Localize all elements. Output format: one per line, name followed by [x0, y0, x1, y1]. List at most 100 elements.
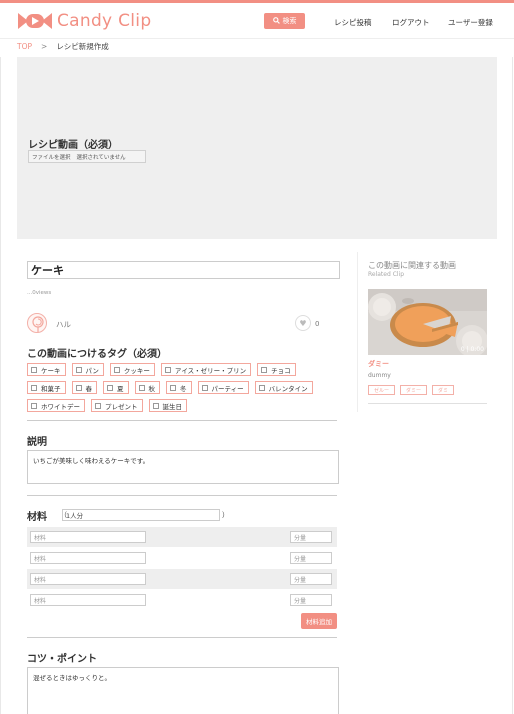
- related-video-name[interactable]: ダミー: [368, 359, 389, 369]
- ingredient-name-input[interactable]: 材料: [30, 573, 146, 585]
- related-tag[interactable]: ダミー: [400, 385, 428, 395]
- file-input[interactable]: ファイルを選択 選択されていません: [28, 150, 146, 163]
- tag-birthday[interactable]: 誕生日: [148, 399, 187, 412]
- breadcrumb: TOP > レシピ新規作成: [17, 41, 109, 52]
- tag-list: ケーキ パン クッキー アイス・ゼリー・プリン チョコ 和菓子 春 夏 秋 冬 …: [27, 363, 339, 412]
- related-divider: [368, 403, 487, 404]
- tag-cookie[interactable]: クッキー: [109, 363, 155, 376]
- author-name[interactable]: ハル: [56, 319, 71, 330]
- related-title: この動画に関連する動画: [368, 261, 456, 270]
- tag-label: バレンタイン: [268, 384, 308, 393]
- section-divider: [27, 637, 337, 638]
- page-border-right: [512, 57, 513, 714]
- checkbox[interactable]: [107, 384, 113, 391]
- page-border-left: [0, 57, 1, 714]
- serving-close-paren: ）: [222, 511, 229, 519]
- tag-wagashi[interactable]: 和菓子: [27, 381, 66, 394]
- section-divider: [27, 495, 337, 496]
- related-video-thumbnail[interactable]: 0 | 0:00: [368, 289, 487, 355]
- brand-logo[interactable]: Candy Clip: [18, 11, 151, 31]
- breadcrumb-top-link[interactable]: TOP: [17, 42, 32, 51]
- description-textarea[interactable]: いちごが美味しく味わえるケーキです。: [27, 450, 339, 484]
- ingredient-name-input[interactable]: 材料: [30, 531, 146, 543]
- ingredient-qty-input[interactable]: 分量: [290, 552, 332, 564]
- search-button-label: 検索: [282, 17, 297, 25]
- tag-present[interactable]: プレゼント: [91, 399, 143, 412]
- description-title: 説明: [27, 437, 47, 448]
- tag-label: ホワイトデー: [41, 402, 80, 411]
- lollipop-icon: [32, 316, 44, 332]
- ingredient-qty-input[interactable]: 分量: [290, 573, 332, 585]
- view-count: ...0views: [27, 290, 52, 296]
- search-button[interactable]: 検索: [264, 13, 305, 29]
- like-count: 0: [315, 320, 320, 328]
- tag-label: 夏: [117, 384, 124, 393]
- avatar[interactable]: [27, 313, 47, 333]
- tag-ice-jelly-pudding[interactable]: アイス・ゼリー・プリン: [160, 363, 252, 376]
- checkbox[interactable]: [95, 402, 101, 409]
- ingredient-qty-input[interactable]: 分量: [290, 594, 332, 606]
- video-section-title: レシピ動画（必須）: [28, 140, 118, 151]
- related-tag[interactable]: ゼルー: [368, 385, 396, 395]
- checkbox[interactable]: [170, 384, 176, 391]
- related-tag[interactable]: ダミ: [432, 385, 455, 395]
- tag-bread[interactable]: パン: [71, 363, 104, 376]
- file-status: 選択されていません: [76, 154, 126, 161]
- tag-label: 冬: [180, 384, 187, 393]
- checkbox[interactable]: [75, 366, 82, 373]
- checkbox[interactable]: [261, 366, 268, 373]
- related-subtitle: Related Clip: [368, 271, 405, 278]
- checkbox[interactable]: [138, 384, 145, 391]
- tag-summer[interactable]: 夏: [103, 381, 129, 394]
- serving-input[interactable]: 1人分: [62, 509, 220, 521]
- ingredient-name-input[interactable]: 材料: [30, 594, 146, 606]
- tag-label: クッキー: [123, 366, 150, 375]
- file-select-button[interactable]: ファイルを選択: [32, 153, 71, 161]
- tag-autumn[interactable]: 秋: [134, 381, 160, 394]
- checkbox[interactable]: [164, 366, 171, 373]
- tag-label: チョコ: [271, 366, 291, 375]
- tips-textarea[interactable]: 混ぜるときはゆっくりと。: [27, 667, 339, 714]
- ingredient-qty-input[interactable]: 分量: [290, 531, 332, 543]
- heart-icon[interactable]: ♥: [295, 315, 311, 331]
- checkbox[interactable]: [31, 366, 37, 373]
- add-ingredient-button[interactable]: 材料追加: [301, 613, 337, 629]
- related-tag-list: ゼルー ダミー ダミ: [368, 385, 455, 395]
- tag-label: パン: [85, 366, 99, 375]
- ingredient-row: 材料 分量: [27, 569, 337, 589]
- tag-white-day[interactable]: ホワイトデー: [27, 399, 85, 412]
- ingredient-name-input[interactable]: 材料: [30, 552, 146, 564]
- checkbox[interactable]: [75, 384, 82, 391]
- tag-label: ケーキ: [41, 366, 61, 375]
- tag-winter[interactable]: 冬: [166, 381, 192, 394]
- search-icon: [272, 16, 280, 26]
- checkbox[interactable]: [113, 366, 120, 373]
- tags-section-title: この動画につけるタグ（必須）: [27, 349, 167, 360]
- tag-party[interactable]: パーティー: [197, 381, 249, 394]
- nav-logout[interactable]: ログアウト: [392, 17, 430, 28]
- ingredient-row: 材料 分量: [27, 527, 337, 547]
- nav-post-recipe[interactable]: レシピ投稿: [334, 17, 372, 28]
- tag-label: 春: [85, 384, 93, 393]
- checkbox[interactable]: [201, 384, 208, 391]
- tag-label: パーティー: [211, 384, 244, 393]
- video-upload-area: レシピ動画（必須） ファイルを選択 選択されていません: [17, 57, 497, 239]
- tag-label: プレゼント: [105, 402, 138, 411]
- tag-label: アイス・ゼリー・プリン: [174, 366, 247, 375]
- tag-label: 和菓子: [41, 384, 61, 393]
- breadcrumb-current: レシピ新規作成: [56, 42, 109, 51]
- section-divider: [27, 420, 337, 421]
- tag-chocolate[interactable]: チョコ: [257, 363, 296, 376]
- checkbox[interactable]: [258, 384, 265, 391]
- checkbox[interactable]: [152, 402, 159, 409]
- checkbox[interactable]: [31, 384, 37, 391]
- nav-register[interactable]: ユーザー登録: [448, 17, 493, 28]
- recipe-title-input[interactable]: ケーキ: [27, 261, 340, 279]
- tag-spring[interactable]: 春: [71, 381, 97, 394]
- tag-valentine[interactable]: バレンタイン: [254, 381, 313, 394]
- checkbox[interactable]: [31, 402, 37, 409]
- brand-name: Candy Clip: [57, 11, 152, 31]
- tag-cake[interactable]: ケーキ: [27, 363, 66, 376]
- tag-label: 誕生日: [162, 402, 183, 411]
- column-divider: [357, 252, 358, 412]
